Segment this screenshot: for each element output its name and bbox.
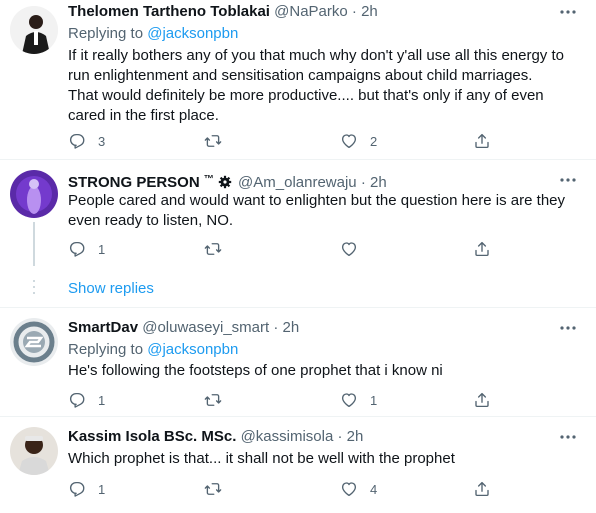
avatar[interactable] xyxy=(10,427,58,475)
like-button[interactable]: 4 xyxy=(340,479,377,499)
tweet-actions: 3 2 xyxy=(68,131,498,151)
display-name[interactable]: SmartDav xyxy=(68,319,138,336)
retweet-button[interactable] xyxy=(204,131,234,151)
reply-count: 3 xyxy=(98,133,106,149)
reply-button[interactable]: 1 xyxy=(68,239,105,259)
reply-count: 1 xyxy=(98,481,106,497)
heart-icon xyxy=(341,242,357,257)
retweet-icon xyxy=(204,243,222,255)
user-handle[interactable]: @kassimisola xyxy=(241,428,334,445)
replying-to-link[interactable]: @jacksonpbn xyxy=(147,341,238,358)
share-icon xyxy=(475,241,489,257)
timestamp[interactable]: 2h xyxy=(283,319,300,336)
reply-count: 1 xyxy=(98,392,106,408)
reply-count: 1 xyxy=(98,241,106,257)
avatar-image xyxy=(10,6,58,54)
timestamp[interactable]: 2h xyxy=(347,428,364,445)
timestamp[interactable]: 2h xyxy=(361,3,378,20)
thread-line xyxy=(33,222,35,266)
display-name[interactable]: Kassim Isola BSc. MSc. xyxy=(68,428,236,445)
avatar[interactable] xyxy=(10,318,58,366)
share-button[interactable] xyxy=(473,131,491,151)
tweet-header: Kassim Isola BSc. MSc. @kassimisola · 2h xyxy=(68,428,364,445)
tweet-text: Which prophet is that... it shall not be… xyxy=(68,450,455,467)
share-button[interactable] xyxy=(473,390,491,410)
tweet-header: STRONG PERSON ™ @Am_olanrewaju · 2h xyxy=(68,174,387,191)
replying-to: Replying to @jacksonpbn xyxy=(68,25,239,42)
show-replies-link[interactable]: Show replies xyxy=(68,279,154,299)
tweet-actions: 1 4 xyxy=(68,479,498,499)
retweet-icon xyxy=(204,483,222,495)
more-icon[interactable] xyxy=(558,427,578,447)
tweet[interactable]: Thelomen Tartheno Toblakai @NaParko · 2h… xyxy=(0,0,596,160)
like-count: 1 xyxy=(370,392,378,408)
share-icon xyxy=(475,392,489,408)
reply-icon xyxy=(69,241,85,257)
retweet-button[interactable] xyxy=(204,479,234,499)
more-icon[interactable] xyxy=(558,170,578,190)
gear-badge-icon xyxy=(218,175,232,189)
tweet-header: Thelomen Tartheno Toblakai @NaParko · 2h xyxy=(68,3,378,20)
tweet-text: If it really bothers any of you that muc… xyxy=(68,47,564,124)
display-name[interactable]: Thelomen Tartheno Toblakai xyxy=(68,3,270,20)
share-button[interactable] xyxy=(473,239,491,259)
avatar[interactable] xyxy=(10,170,58,218)
like-button[interactable]: 1 xyxy=(340,390,377,410)
tweet[interactable]: SmartDav @oluwaseyi_smart · 2h Replying … xyxy=(0,308,596,416)
share-icon xyxy=(475,133,489,149)
tweet-text: People cared and would want to enlighten… xyxy=(68,192,566,229)
tweet-text: He's following the footsteps of one prop… xyxy=(68,362,443,379)
replying-to: Replying to @jacksonpbn xyxy=(68,341,239,358)
like-button[interactable]: 2 xyxy=(340,131,377,151)
user-handle[interactable]: @Am_olanrewaju xyxy=(238,174,357,191)
heart-icon xyxy=(341,134,357,149)
timestamp[interactable]: 2h xyxy=(370,174,387,191)
reply-icon xyxy=(69,392,85,408)
reply-icon xyxy=(69,481,85,497)
avatar[interactable] xyxy=(10,6,58,54)
like-count: 2 xyxy=(370,133,378,149)
heart-icon xyxy=(341,393,357,408)
share-icon xyxy=(475,481,489,497)
retweet-icon xyxy=(204,394,222,406)
tweet[interactable]: Kassim Isola BSc. MSc. @kassimisola · 2h… xyxy=(0,417,596,513)
retweet-button[interactable] xyxy=(204,239,234,259)
avatar-image xyxy=(10,427,58,475)
thread-dots xyxy=(31,280,37,298)
retweet-icon xyxy=(204,135,222,147)
tweet-actions: 1 1 xyxy=(68,390,498,410)
user-handle[interactable]: @oluwaseyi_smart xyxy=(142,319,269,336)
display-name[interactable]: STRONG PERSON ™ xyxy=(68,174,214,191)
more-icon[interactable] xyxy=(558,2,578,22)
tweet-actions: 1 xyxy=(68,239,498,259)
avatar-image xyxy=(10,170,58,218)
heart-icon xyxy=(341,482,357,497)
replying-to-link[interactable]: @jacksonpbn xyxy=(147,25,238,42)
reply-icon xyxy=(69,133,85,149)
user-handle[interactable]: @NaParko xyxy=(274,3,348,20)
reply-button[interactable]: 3 xyxy=(68,131,105,151)
avatar-image xyxy=(10,318,58,366)
tweet-header: SmartDav @oluwaseyi_smart · 2h xyxy=(68,319,300,336)
retweet-button[interactable] xyxy=(204,390,234,410)
like-count: 4 xyxy=(370,481,378,497)
reply-button[interactable]: 1 xyxy=(68,390,105,410)
reply-button[interactable]: 1 xyxy=(68,479,105,499)
share-button[interactable] xyxy=(473,479,491,499)
like-button[interactable] xyxy=(340,239,370,259)
more-icon[interactable] xyxy=(558,318,578,338)
